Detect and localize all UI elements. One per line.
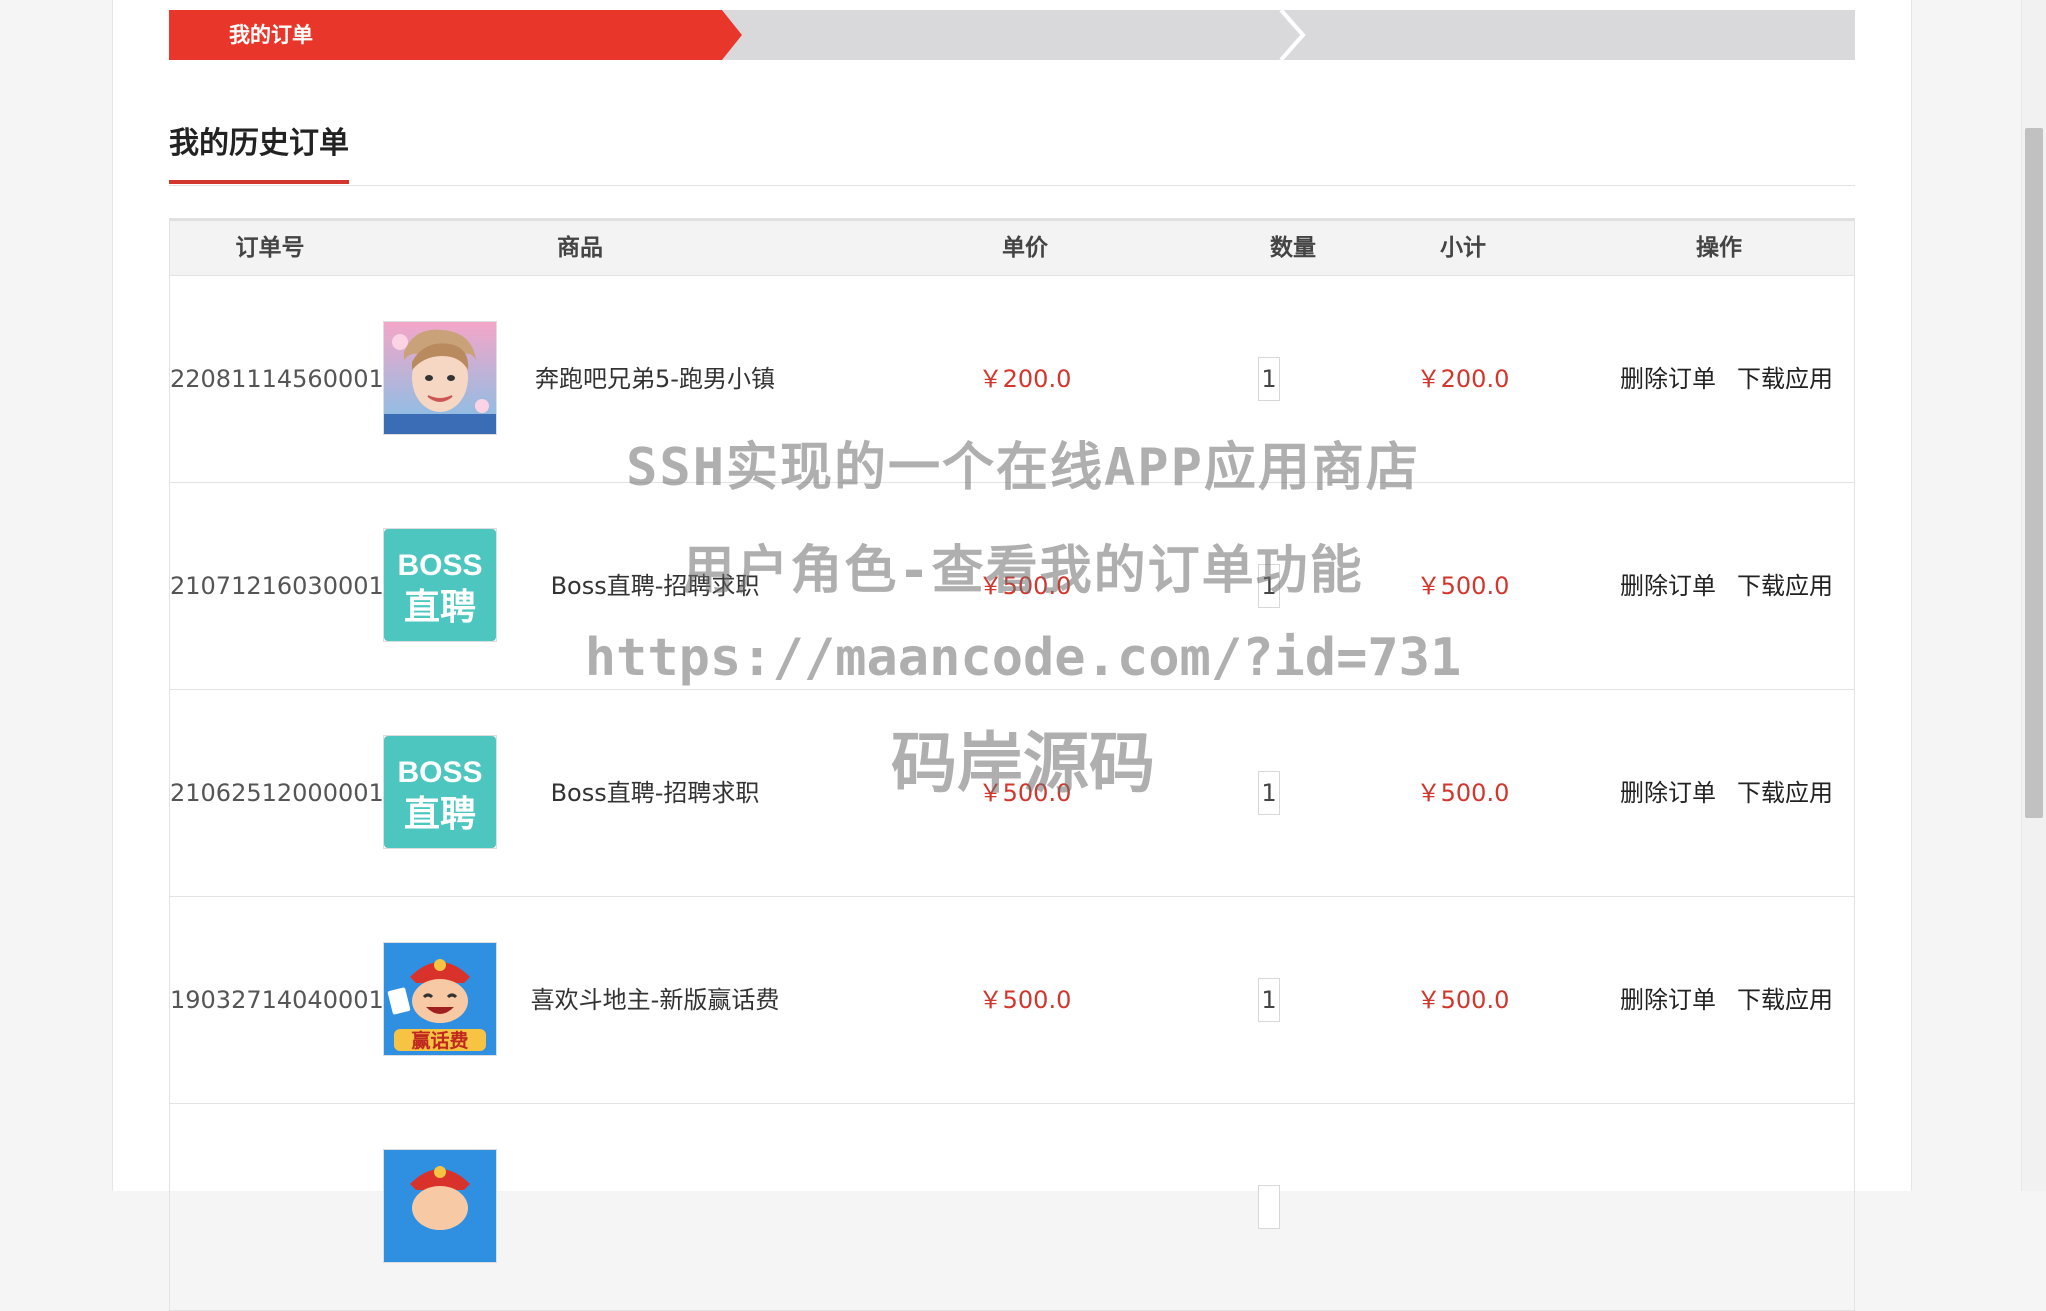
subtotal: ￥200.0: [1416, 365, 1510, 393]
scrollbar-thumb[interactable]: [2025, 128, 2043, 818]
vertical-scrollbar[interactable]: [2021, 0, 2046, 1191]
page-title: 我的历史订单: [169, 126, 349, 161]
boss-icon-text-line1: BOSS: [397, 756, 482, 789]
order-number: 21071216030001: [170, 572, 384, 600]
order-number: 21062512000001: [170, 779, 384, 807]
page-container: 我的订单 我的历史订单 订单号 商品 单价 数量 小计 操作 220811145…: [112, 0, 1912, 1311]
doudizhu-game-icon[interactable]: [383, 1149, 497, 1263]
download-app-button[interactable]: 下载应用: [1735, 690, 1835, 896]
doudizhu-icon-banner: 赢话费: [411, 1029, 468, 1052]
header-product: 商品: [557, 235, 603, 261]
unit-price: ￥200.0: [978, 365, 1072, 393]
order-steps-bar: 我的订单: [169, 10, 1855, 60]
order-table: 订单号 商品 单价 数量 小计 操作 22081114560001 奔跑吧兄弟5…: [169, 218, 1855, 1311]
product-name[interactable]: 奔跑吧兄弟5-跑男小镇: [510, 276, 800, 482]
boss-icon-text-line2: 直聘: [404, 587, 476, 628]
table-row: 19032714040001 赢话费 喜欢斗地主-新版赢话费 ￥500.0 1: [170, 897, 1854, 1104]
product-name[interactable]: 喜欢斗地主-新版赢话费: [510, 897, 800, 1103]
delete-order-button[interactable]: 删除订单: [1618, 276, 1718, 482]
unit-price: ￥500.0: [978, 779, 1072, 807]
subtotal: ￥500.0: [1416, 779, 1510, 807]
delete-order-button[interactable]: 删除订单: [1618, 690, 1718, 896]
delete-order-button[interactable]: 删除订单: [1618, 897, 1718, 1103]
step-2-shape: [722, 10, 1299, 60]
download-app-button[interactable]: 下载应用: [1735, 276, 1835, 482]
boss-zhipin-icon[interactable]: BOSS 直聘: [383, 528, 497, 642]
delete-order-button[interactable]: 删除订单: [1618, 483, 1718, 689]
steps-graphic: [169, 10, 1855, 60]
product-name[interactable]: Boss直聘-招聘求职: [510, 483, 800, 689]
table-header: 订单号 商品 单价 数量 小计 操作: [170, 219, 1854, 276]
order-number: 22081114560001: [170, 365, 384, 393]
quantity-field[interactable]: 1: [1258, 978, 1280, 1022]
table-row: 22081114560001 奔跑吧兄弟5-跑男小镇 ￥200.0 1 ￥200…: [170, 276, 1854, 483]
boss-icon-text-line2: 直聘: [404, 794, 476, 835]
boss-zhipin-icon[interactable]: BOSS 直聘: [383, 735, 497, 849]
header-subtotal: 小计: [1440, 235, 1486, 261]
subtotal: ￥500.0: [1416, 572, 1510, 600]
header-unit-price: 单价: [1002, 235, 1048, 261]
download-app-button[interactable]: 下载应用: [1735, 897, 1835, 1103]
unit-price: ￥500.0: [978, 572, 1072, 600]
header-quantity: 数量: [1270, 235, 1316, 261]
unit-price: ￥500.0: [978, 986, 1072, 1014]
header-order-no: 订单号: [235, 235, 305, 261]
doudizhu-game-icon[interactable]: 赢话费: [383, 942, 497, 1056]
table-row: [170, 1104, 1854, 1311]
title-underline: [169, 180, 349, 184]
quantity-field[interactable]: 1: [1258, 771, 1280, 815]
quantity-field[interactable]: 1: [1258, 357, 1280, 401]
quantity-field[interactable]: 1: [1258, 564, 1280, 608]
order-number: [170, 1104, 370, 1310]
order-number: 19032714040001: [170, 986, 384, 1014]
quantity-field[interactable]: [1258, 1185, 1280, 1229]
table-row: 21062512000001 BOSS 直聘 Boss直聘-招聘求职 ￥500.…: [170, 690, 1854, 897]
product-name[interactable]: Boss直聘-招聘求职: [510, 690, 800, 896]
step-3-shape: [1279, 10, 1855, 60]
boss-icon-text-line1: BOSS: [397, 549, 482, 582]
step-my-orders[interactable]: 我的订单: [229, 10, 313, 60]
table-row: 21071216030001 BOSS 直聘 Boss直聘-招聘求职 ￥500.…: [170, 483, 1854, 690]
download-app-button[interactable]: 下载应用: [1735, 483, 1835, 689]
subtotal: ￥500.0: [1416, 986, 1510, 1014]
header-actions: 操作: [1696, 235, 1742, 261]
running-man-game-icon[interactable]: [383, 321, 497, 435]
title-divider: [169, 185, 1855, 186]
